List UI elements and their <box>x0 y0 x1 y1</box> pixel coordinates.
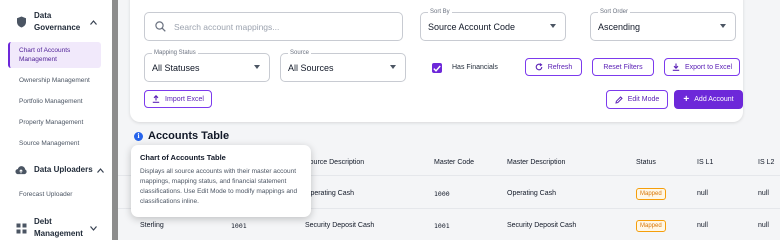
add-account-button[interactable]: + Add Account <box>674 90 743 109</box>
cell-master-code: 1001 <box>434 222 450 230</box>
nav-group-label: Debt Management <box>34 217 83 238</box>
tooltip-body: Displays all source accounts with their … <box>140 168 298 205</box>
column-header-master-description[interactable]: Master Description <box>507 159 565 166</box>
sidebar-item-label: Portfolio Management <box>19 98 83 105</box>
sidebar-item-label: Ownership Management <box>19 77 90 84</box>
caret-down-icon <box>390 65 396 69</box>
nav-group-label: Data Governance <box>34 11 81 32</box>
search-input[interactable] <box>174 21 374 32</box>
nav-group-data-governance[interactable]: Data Governance <box>0 10 112 34</box>
search-icon <box>155 21 166 32</box>
source-select[interactable]: Source All Sources <box>280 49 406 82</box>
table-title: Accounts Table <box>148 130 230 142</box>
caret-down-icon <box>720 24 726 28</box>
sidebar-item-property[interactable]: Property Management <box>8 118 101 127</box>
cell-source-description: Operating Cash <box>305 190 355 197</box>
mapping-status-value: All Statuses <box>152 63 200 73</box>
sidebar-item-ownership[interactable]: Ownership Management <box>8 76 101 85</box>
search-field[interactable] <box>144 12 403 41</box>
chevron-up-icon[interactable] <box>90 18 97 27</box>
refresh-button[interactable]: Refresh <box>525 58 582 76</box>
chevron-down-icon[interactable] <box>90 224 97 233</box>
cell-master-description: Security Deposit Cash <box>507 222 577 229</box>
reset-filters-button[interactable]: Reset Filters <box>592 58 654 76</box>
chevron-up-icon[interactable] <box>96 166 104 175</box>
sidebar-item-forecast-uploader[interactable]: Forecast Uploader <box>8 190 101 199</box>
refresh-label: Refresh <box>547 63 573 71</box>
import-excel-label: Import Excel <box>165 95 204 103</box>
tooltip-title: Chart of Accounts Table <box>140 153 226 162</box>
cell-is-l1: null <box>697 190 708 197</box>
download-icon <box>672 63 680 71</box>
grid-icon <box>15 222 27 234</box>
info-icon[interactable]: i <box>134 131 143 141</box>
export-excel-label: Export to Excel <box>684 63 733 71</box>
cloud-upload-icon <box>15 164 27 176</box>
sidebar-item-label: Chart of Accounts Management <box>19 47 71 63</box>
shield-icon <box>15 16 27 28</box>
sidebar-item-portfolio[interactable]: Portfolio Management <box>8 97 101 106</box>
column-header-is-l2[interactable]: IS L2 <box>758 159 774 166</box>
pencil-icon <box>615 95 623 104</box>
upload-icon <box>152 95 160 103</box>
add-account-label: Add Account <box>694 96 734 103</box>
sort-order-value: Ascending <box>598 22 641 32</box>
sidebar-item-label: Property Management <box>19 119 84 126</box>
sort-order-select[interactable]: Sort Order Ascending <box>590 8 736 41</box>
cell-master-code: 1000 <box>434 190 450 198</box>
sort-by-value: Source Account Code <box>428 22 516 32</box>
reset-filters-label: Reset Filters <box>603 63 643 71</box>
has-financials-checkbox[interactable] <box>432 63 442 73</box>
cell-source: Sterling <box>140 222 164 229</box>
cell-master-description: Operating Cash <box>507 190 557 197</box>
edit-mode-button[interactable]: Edit Mode <box>606 90 668 109</box>
nav-group-data-uploaders[interactable]: Data Uploaders <box>0 164 112 176</box>
nav-group-label: Data Uploaders <box>34 165 93 174</box>
sidebar: Data Governance Chart of Accounts Manage… <box>0 0 112 240</box>
column-header-source-description[interactable]: Source Description <box>305 159 364 166</box>
column-header-master-code[interactable]: Master Code <box>434 159 474 166</box>
cell-source-code: 1001 <box>231 222 247 230</box>
sort-by-label: Sort By <box>428 8 452 16</box>
status-badge: Mapped <box>636 188 666 200</box>
column-header-status[interactable]: Status <box>636 159 656 166</box>
nav-group-debt-management[interactable]: Debt Management <box>0 216 112 240</box>
mapping-status-select[interactable]: Mapping Status All Statuses <box>144 49 270 82</box>
refresh-icon <box>535 63 543 71</box>
edit-mode-label: Edit Mode <box>627 96 660 103</box>
sidebar-item-label: Forecast Uploader <box>19 191 73 198</box>
sort-by-select[interactable]: Sort By Source Account Code <box>420 8 566 41</box>
import-excel-button[interactable]: Import Excel <box>144 90 212 108</box>
filter-card: Sort By Source Account Code Sort Order A… <box>130 0 743 122</box>
caret-down-icon <box>254 65 260 69</box>
info-tooltip: Chart of Accounts Table Displays all sou… <box>131 145 311 217</box>
cell-is-l2: null <box>758 190 769 197</box>
column-header-is-l1[interactable]: IS L1 <box>697 159 713 166</box>
status-badge: Mapped <box>636 220 666 232</box>
has-financials-label: Has Financials <box>452 64 498 71</box>
source-value: All Sources <box>288 63 334 73</box>
sidebar-item-chart-of-accounts[interactable]: Chart of Accounts Management <box>8 42 101 68</box>
mapping-status-label: Mapping Status <box>152 49 198 57</box>
cell-is-l1: null <box>697 222 708 229</box>
sidebar-item-label: Source Management <box>19 140 80 147</box>
sort-order-label: Sort Order <box>598 8 631 16</box>
source-label: Source <box>288 49 312 57</box>
cell-is-l2: null <box>758 222 769 229</box>
table-header: i Accounts Table <box>134 130 229 142</box>
caret-down-icon <box>550 24 556 28</box>
sidebar-item-source[interactable]: Source Management <box>8 139 101 148</box>
export-excel-button[interactable]: Export to Excel <box>664 58 740 76</box>
plus-icon: + <box>683 93 690 105</box>
cell-source-description: Security Deposit Cash <box>305 222 375 229</box>
